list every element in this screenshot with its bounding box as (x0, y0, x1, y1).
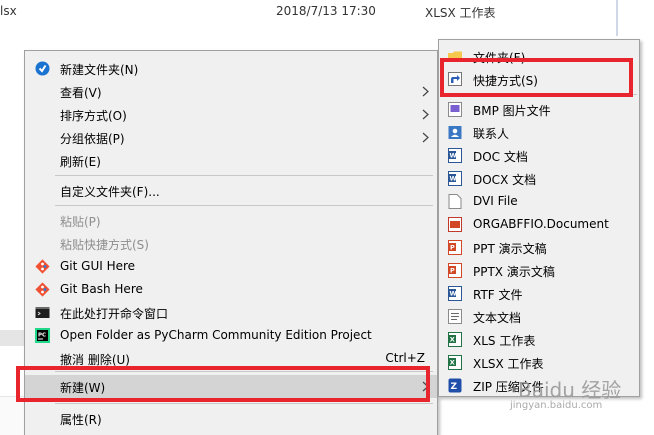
menu-item-view[interactable]: 查看(V) (25, 80, 437, 103)
submenu-item-bmp[interactable]: BMP 图片文件 (439, 98, 639, 121)
menu-label: 刷新(E) (60, 155, 101, 169)
shortcut-hint: Ctrl+Z (385, 351, 425, 365)
zip-archive-icon: Z (448, 378, 462, 393)
new-folder-icon (35, 61, 50, 76)
submenu-item-orgabffio[interactable]: ORGABFFIO.Document (439, 213, 639, 236)
excel-icon: X (448, 332, 462, 347)
svg-text:Z: Z (451, 382, 458, 392)
menu-separator (55, 205, 433, 206)
submenu-label: ORGABFFIO.Document (473, 217, 609, 231)
svg-text:X: X (450, 336, 455, 344)
git-icon (35, 282, 50, 297)
submenu-item-xls[interactable]: X XLS 工作表 (439, 328, 639, 351)
menu-label: Git GUI Here (60, 259, 136, 273)
git-icon (35, 259, 50, 274)
excel-icon: X (448, 355, 462, 370)
menu-label: 分组依据(P) (60, 132, 125, 146)
submenu-item-pptx[interactable]: P PPTX 演示文稿 (439, 259, 639, 282)
submenu-item-doc[interactable]: W DOC 文档 (439, 144, 639, 167)
menu-label: 查看(V) (60, 86, 102, 100)
submenu-label: RTF 文件 (473, 288, 523, 302)
submenu-item-contact[interactable]: 联系人 (439, 121, 639, 144)
svg-text:PC: PC (38, 333, 46, 339)
svg-text:W: W (450, 175, 457, 183)
file-modified: 2018/7/13 17:30 (276, 4, 376, 18)
pycharm-icon: PC (35, 328, 50, 343)
menu-separator (55, 403, 433, 404)
terminal-icon (35, 307, 50, 318)
bmp-image-icon (448, 102, 462, 117)
baidu-watermark-url: jingyan.baidu.com (510, 400, 603, 411)
chevron-right-icon (422, 132, 429, 143)
menu-item-new-folder[interactable]: 新建文件夹(N) (25, 57, 437, 80)
chevron-right-icon (422, 86, 429, 97)
contact-icon (448, 126, 462, 139)
file-type: XLSX 工作表 (425, 6, 496, 20)
baidu-watermark: Baidu 经验 (518, 378, 622, 402)
submenu-label: PPT 演示文稿 (473, 242, 547, 256)
submenu-label: XLS 工作表 (473, 334, 536, 348)
svg-text:P: P (450, 267, 455, 275)
menu-item-group-by[interactable]: 分组依据(P) (25, 126, 437, 149)
svg-text:W: W (450, 152, 457, 160)
highlight-new-item (16, 366, 430, 402)
menu-separator (55, 175, 433, 176)
powerpoint-icon: P (448, 240, 462, 255)
menu-label: Git Bash Here (60, 282, 143, 296)
selection-strip (0, 330, 24, 346)
menu-item-open-cmd[interactable]: 在此处打开命令窗口 (25, 301, 437, 324)
menu-item-pycharm[interactable]: PC Open Folder as PyCharm Community Edit… (25, 324, 437, 347)
submenu-label: 联系人 (473, 127, 510, 141)
submenu-label: 文本文档 (473, 311, 522, 325)
submenu-label: XLSX 工作表 (473, 357, 544, 371)
document-icon (448, 217, 462, 232)
rtf-doc-icon: W (448, 286, 462, 301)
highlight-shortcut-item (440, 58, 633, 97)
submenu-label: DOCX 文档 (473, 173, 537, 187)
svg-text:W: W (450, 290, 457, 298)
menu-item-sort-by[interactable]: 排序方式(O) (25, 103, 437, 126)
submenu-label: BMP 图片文件 (473, 104, 551, 118)
submenu-item-rtf[interactable]: W RTF 文件 (439, 282, 639, 305)
menu-label: 属性(R) (60, 413, 102, 427)
submenu-label: DOC 文档 (473, 150, 528, 164)
menu-item-git-gui[interactable]: Git GUI Here (25, 255, 437, 278)
menu-label: Open Folder as PyCharm Community Edition… (60, 328, 372, 342)
menu-item-git-bash[interactable]: Git Bash Here (25, 278, 437, 301)
menu-item-paste[interactable]: 粘贴(P) (25, 209, 437, 232)
text-file-icon (448, 309, 462, 324)
submenu-item-docx[interactable]: W DOCX 文档 (439, 167, 639, 190)
menu-item-paste-shortcut[interactable]: 粘贴快捷方式(S) (25, 232, 437, 255)
word-doc-icon: W (448, 148, 462, 163)
submenu-item-ppt[interactable]: P PPT 演示文稿 (439, 236, 639, 259)
file-name: lsx (0, 4, 17, 18)
chevron-right-icon (422, 109, 429, 120)
menu-item-refresh[interactable]: 刷新(E) (25, 149, 437, 172)
menu-label: 粘贴快捷方式(S) (60, 238, 149, 252)
menu-item-properties[interactable]: 属性(R) (25, 407, 437, 430)
menu-label: 粘贴(P) (60, 215, 101, 229)
menu-label: 新建文件夹(N) (60, 63, 139, 77)
submenu-label: DVI File (473, 194, 518, 208)
menu-label: 排序方式(O) (60, 109, 127, 123)
svg-text:X: X (450, 359, 455, 367)
submenu-item-text[interactable]: 文本文档 (439, 305, 639, 328)
word-doc-icon: W (448, 171, 462, 186)
svg-text:P: P (450, 244, 455, 252)
submenu-label: PPTX 演示文稿 (473, 265, 555, 279)
menu-item-customize-folder[interactable]: 自定义文件夹(F)... (25, 179, 437, 202)
submenu-item-xlsx[interactable]: X XLSX 工作表 (439, 351, 639, 374)
file-row[interactable]: lsx 2018/7/13 17:30 XLSX 工作表 (0, 0, 620, 24)
menu-label: 在此处打开命令窗口 (60, 307, 169, 321)
menu-label: 自定义文件夹(F)... (60, 185, 160, 199)
submenu-item-dvi[interactable]: DVI File (439, 190, 639, 213)
window-border (616, 0, 618, 36)
powerpoint-icon: P (448, 263, 462, 278)
file-icon (448, 194, 462, 209)
